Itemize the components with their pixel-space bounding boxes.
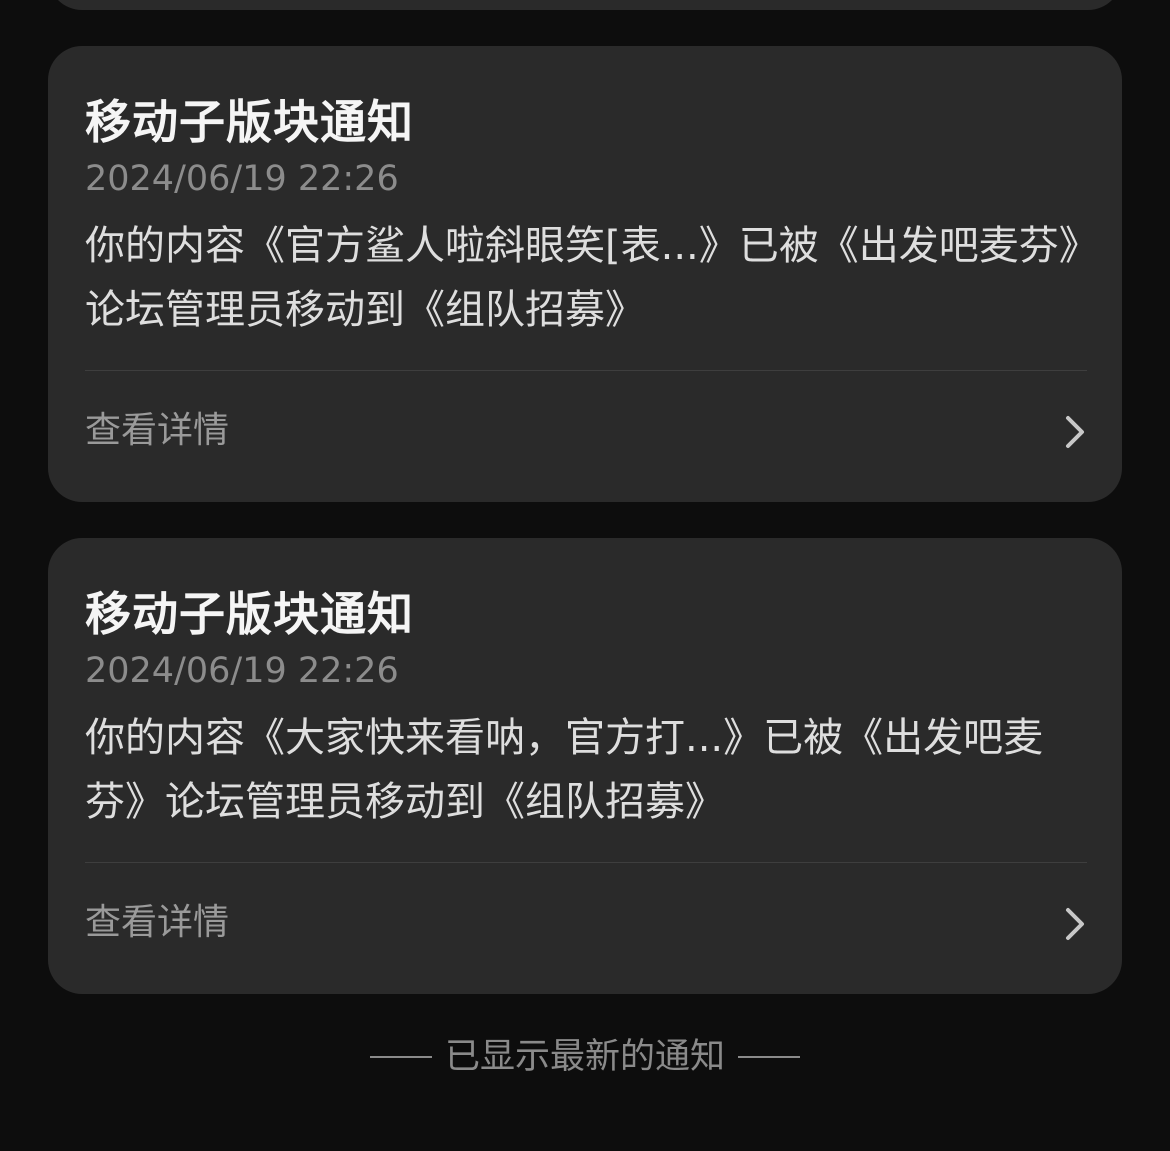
- notification-title: 移动子版块通知: [85, 587, 414, 641]
- end-dash-right: [738, 1056, 800, 1058]
- notification-title: 移动子版块通知: [85, 95, 414, 149]
- notification-card: 移动子版块通知 2024/06/19 22:26 你的内容《官方鲨人啦斜眼笑[表…: [48, 46, 1122, 502]
- notification-card: 移动子版块通知 2024/06/19 22:26 你的内容《大家快来看呐，官方打…: [48, 538, 1122, 994]
- view-details-button[interactable]: 查看详情: [85, 863, 1087, 994]
- notification-time: 2024/06/19 22:26: [85, 159, 399, 199]
- notification-body: 你的内容《官方鲨人啦斜眼笑[表...》已被《出发吧麦芬》论坛管理员移动到《组队招…: [85, 223, 1079, 333]
- end-dash-left: [369, 1056, 432, 1058]
- end-of-list-indicator: 已显示最新的通知: [0, 1034, 1170, 1080]
- chevron-right-icon: [1066, 416, 1084, 448]
- view-details-label: 查看详情: [85, 410, 230, 451]
- notification-time: 2024/06/19 22:26: [85, 651, 399, 691]
- view-details-button[interactable]: 查看详情: [85, 371, 1087, 502]
- chevron-right-icon: [1066, 908, 1084, 940]
- notification-body: 你的内容《大家快来看呐，官方打...》已被《出发吧麦芬》论坛管理员移动到《组队招…: [85, 715, 1044, 825]
- previous-notification-card: [48, 0, 1122, 10]
- view-details-label: 查看详情: [85, 902, 230, 943]
- end-of-list-text: 已显示最新的通知: [444, 1037, 725, 1077]
